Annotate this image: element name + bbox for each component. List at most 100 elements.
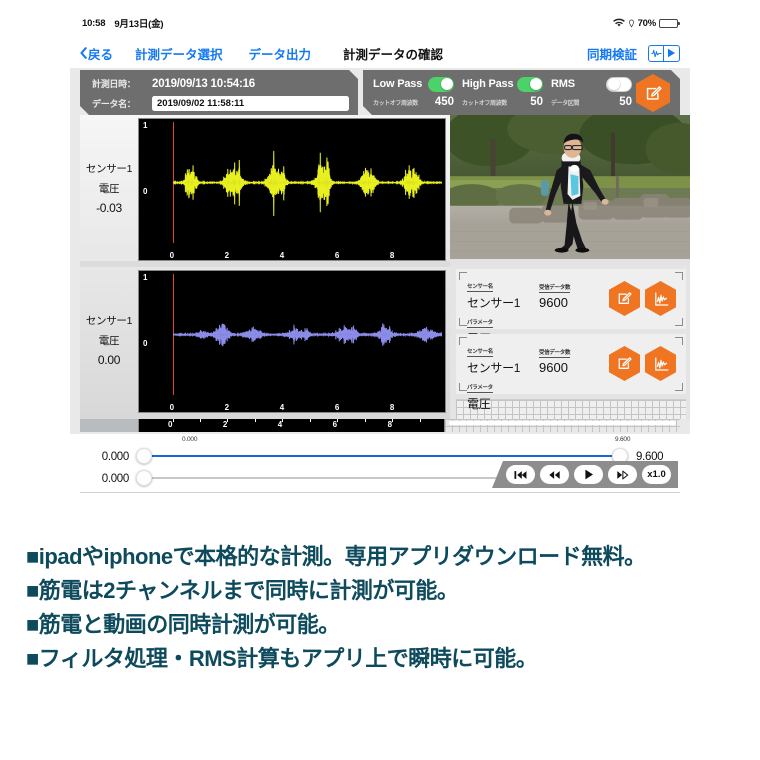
playback-slider-area: 0.000 9.600 0.000 9.600 0.000 x1.0 [70, 434, 690, 493]
sensor-name-value: センサー1 [467, 296, 521, 310]
chart1-xtick-8: 8 [389, 251, 395, 260]
skip-to-start-icon [514, 470, 527, 479]
chart2-param-name: 電圧 [98, 335, 120, 347]
nav-right-cluster: 同期検証 [587, 44, 680, 63]
play-icon [668, 48, 675, 58]
back-button-label: 戻る [88, 47, 114, 62]
playhead-slider-left-value: 0.000 [101, 472, 130, 485]
chart1-side-labels: センサー1 電圧 -0.03 [80, 115, 138, 261]
chart1-xtick-4: 4 [279, 251, 285, 260]
charts-column: センサー1 電圧 -0.03 1 0 0 2 4 6 8 センサー1 電圧 0.… [80, 115, 450, 419]
lowpass-toggle[interactable] [428, 77, 454, 92]
chart2-xtick-0: 0 [169, 403, 175, 412]
measurement-info-panel: 計測日時： 2019/09/13 10:54:16 データ名： [80, 70, 358, 115]
edit-pencil-icon [645, 85, 662, 102]
location-arrow-icon [628, 19, 634, 28]
chart1-plot[interactable]: 1 0 0 2 4 6 8 [138, 118, 446, 261]
sensor-card[interactable]: センサー名 センサー1 パラメータ 電圧 受信データ数 9600 [456, 334, 686, 411]
sensor-param-label: パラメータ [467, 385, 493, 393]
rms-interval-value[interactable]: 50 [619, 96, 632, 108]
status-time: 10:58 [82, 17, 106, 29]
horizontal-scrollbar-thumb[interactable] [449, 421, 676, 425]
highpass-toggle[interactable] [517, 77, 543, 92]
highpass-label: High Pass [462, 78, 514, 90]
range-slider-start-handle[interactable] [136, 448, 152, 464]
video-frame-image [450, 115, 690, 260]
lowpass-cutoff-value[interactable]: 450 [435, 96, 454, 108]
play-view-segment[interactable] [664, 46, 679, 61]
battery-percent: 70% [637, 17, 657, 29]
sensor-edit-button[interactable] [609, 346, 640, 381]
data-visualisation-area: センサー1 電圧 -0.03 1 0 0 2 4 6 8 センサー1 電圧 0.… [80, 115, 690, 419]
chart2-emg-trace [172, 274, 442, 395]
ruler-tick-8: 8 [387, 420, 393, 429]
playback-transport-controls: x1.0 [492, 461, 678, 488]
range-slider-right-value: 9.600 [636, 450, 664, 463]
status-date: 9月13日(金) [114, 19, 164, 30]
chart2-xtick-8: 8 [389, 403, 395, 412]
sync-view-segmented-control[interactable] [648, 44, 680, 62]
range-end-cap-label: 9.600 [615, 436, 631, 443]
select-measurement-data-button[interactable]: 計測データ選択 [135, 44, 223, 63]
chart2-plot[interactable]: 1 0 0 2 4 6 8 [138, 270, 446, 413]
rewind-button[interactable] [540, 465, 569, 484]
data-name-row: データ名： [92, 95, 349, 112]
ios-status-bar: 10:58 9月13日(金) 70% [70, 14, 690, 32]
play-icon [584, 469, 593, 480]
chart2-current-value: 0.00 [97, 353, 121, 367]
chart1-param-name: 電圧 [98, 183, 120, 195]
video-preview[interactable] [450, 115, 690, 260]
copy-line-4: ■フィルタ処理・RMS計算もアプリ上で瞬時に可能。 [26, 646, 538, 671]
data-name-input[interactable] [152, 96, 349, 111]
ipad-app-window: 10:58 9月13日(金) 70% 戻る 計測データ選択 データ出力 計測デー… [70, 8, 690, 493]
status-right-cluster: 70% [612, 17, 680, 29]
chart2-ytick-0: 0 [143, 338, 148, 348]
skip-to-start-button[interactable] [506, 465, 535, 484]
sensor-count-label: 受信データ数 [539, 350, 571, 358]
playhead-slider-handle[interactable] [136, 470, 152, 486]
ruler-tick-4: 4 [277, 420, 283, 429]
waveform-view-segment[interactable] [649, 45, 664, 61]
chart1-ytick-0: 0 [143, 186, 148, 196]
range-start-cap-label: 0.000 [182, 436, 198, 443]
battery-icon [659, 18, 680, 28]
chart1-xtick-2: 2 [224, 251, 230, 260]
sensor-graph-button[interactable] [645, 281, 676, 316]
sensor-card[interactable]: センサー名 センサー1 パラメータ 電圧 受信データ数 9600 [456, 269, 686, 346]
chart1-emg-trace [172, 122, 442, 243]
data-name-label: データ名： [92, 99, 136, 109]
app-navigation-bar: 戻る 計測データ選択 データ出力 計測データの確認 同期検証 [70, 38, 690, 68]
sensor-param-value: 電圧 [467, 397, 491, 411]
chart1-xtick-0: 0 [169, 251, 175, 260]
marketing-copy-block: ■ipadやiphoneで本格的な計測。専用アプリダウンロード無料。 ■筋電は2… [26, 540, 746, 676]
edit-pencil-icon [618, 292, 632, 304]
chart-waveform-icon [654, 291, 668, 306]
parameter-bar: 計測日時： 2019/09/13 10:54:16 データ名： Low Pass… [80, 70, 680, 115]
lowpass-cutoff-label: カットオフ周波数 [373, 101, 418, 107]
filter-group-highpass: High Pass カットオフ周波数 50 [462, 74, 543, 108]
rms-label: RMS [551, 78, 575, 90]
horizontal-scrollbar[interactable] [445, 419, 680, 432]
sensor-name-value: センサー1 [467, 361, 521, 375]
lowpass-label: Low Pass [373, 78, 423, 90]
ruler-left-spacer [80, 419, 138, 432]
export-data-button[interactable]: データ出力 [249, 44, 312, 63]
back-button[interactable]: 戻る [80, 44, 113, 63]
timeline-ruler[interactable]: 0 2 4 6 8 [138, 419, 445, 432]
chart1-sensor-name: センサー1 [85, 163, 133, 175]
rms-toggle[interactable] [606, 77, 632, 92]
highpass-cutoff-value[interactable]: 50 [530, 96, 543, 108]
chart1-ytick-1: 1 [143, 121, 148, 130]
playback-speed-button[interactable]: x1.0 [642, 465, 671, 484]
chart-block-sensor1-ch2: センサー1 電圧 0.00 1 0 0 2 4 6 8 [80, 267, 450, 413]
sync-verify-button[interactable]: 同期検証 [587, 44, 637, 63]
sensor-edit-button[interactable] [609, 281, 640, 316]
sensor-graph-button[interactable] [645, 346, 676, 381]
play-button[interactable] [574, 465, 603, 484]
sensor-cards-stack: センサー名 センサー1 パラメータ 電圧 受信データ数 9600 [450, 265, 690, 419]
fast-forward-button[interactable] [608, 465, 637, 484]
measure-datetime-row: 計測日時： 2019/09/13 10:54:16 [92, 75, 349, 92]
wifi-icon [612, 18, 625, 27]
filter-settings-panel: Low Pass カットオフ周波数 450 High Pass カットオフ周波数 [363, 70, 680, 115]
edit-parameters-button[interactable] [636, 74, 670, 112]
